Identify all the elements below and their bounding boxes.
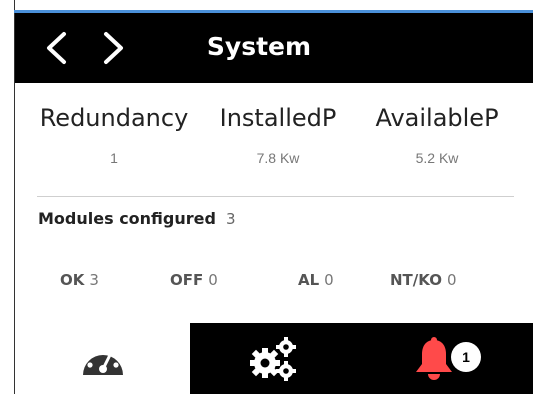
status-key: OK [60,271,85,289]
gears-icon [249,336,296,381]
status-al: AL 0 [298,271,334,289]
header-bar: System [15,13,533,83]
status-value: 3 [89,271,99,289]
status-ok: OK 3 [60,271,99,289]
module-status-row: OK 3 OFF 0 AL 0 NT/KO 0 [0,271,533,291]
modules-label: Modules configured [38,209,216,228]
tab-dashboard[interactable] [15,323,190,394]
status-key: NT/KO [390,271,442,289]
status-value: 0 [324,271,334,289]
stat-label: AvailableP [375,104,499,132]
modules-configured: Modules configured 3 [38,209,236,228]
stat-label: Redundancy [39,104,189,132]
tab-alarms[interactable]: 1 [355,323,533,394]
divider [37,196,514,197]
stat-value: 7.8 Kw [256,150,300,166]
stat-value: 5.2 Kw [415,150,459,166]
stat-value: 1 [110,150,118,166]
stat-redundancy: Redundancy 1 [37,104,191,166]
status-key: OFF [170,271,204,289]
bottom-tab-bar: 1 [15,323,533,394]
status-value: 0 [446,271,457,289]
stat-available-power: AvailableP 5.2 Kw [367,104,507,166]
modules-count: 3 [225,210,236,228]
stat-label: InstalledP [219,104,337,132]
status-value: 0 [208,271,218,289]
page-title: System [206,32,312,61]
status-off: OFF 0 [170,271,218,289]
gauge-icon [82,345,123,375]
stat-installed-power: InstalledP 7.8 Kw [211,104,345,166]
status-key: AL [298,271,320,289]
bell-icon [416,336,452,380]
tab-settings[interactable] [190,323,355,394]
alarm-count-badge: 1 [451,342,481,372]
status-nt-ko: NT/KO 0 [390,271,457,289]
